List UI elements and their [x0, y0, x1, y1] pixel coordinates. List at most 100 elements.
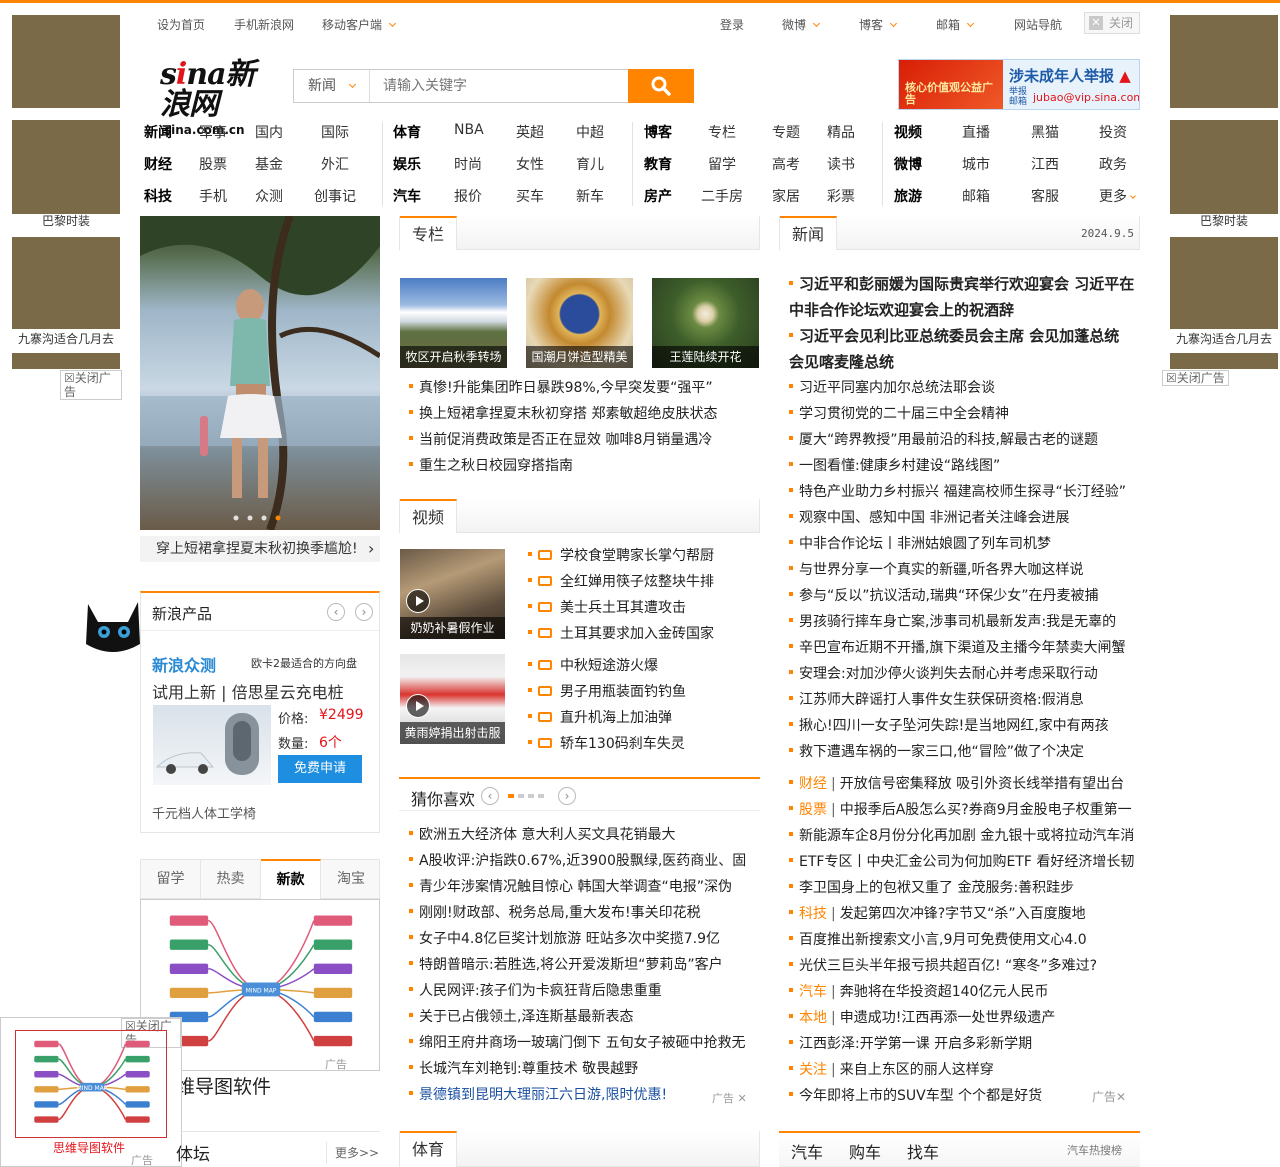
- mindmap-partial-caption[interactable]: 维导图软件: [176, 1072, 271, 1099]
- video-thumb[interactable]: 奶奶补暑假作业: [400, 549, 505, 639]
- page-indicator[interactable]: [528, 794, 534, 798]
- carousel-caption[interactable]: 穿上短裙拿捏夏末秋初换季尴尬!: [140, 536, 380, 562]
- video-title[interactable]: 视频: [400, 499, 458, 533]
- category-list-item[interactable]: 光伏三巨头半年报亏损共超百亿! “寒冬”多难过?: [789, 953, 1097, 979]
- sports-title[interactable]: 体育: [400, 1131, 458, 1167]
- nav-link[interactable]: 新车: [576, 186, 604, 206]
- login-link[interactable]: 登录: [720, 16, 744, 33]
- zhuanlan-thumb[interactable]: 牧区开启秋季转场: [400, 278, 507, 368]
- nav-link[interactable]: 股票: [199, 154, 227, 174]
- list-item[interactable]: 揪心!四川一女子坠河失踪!是当地网红,家中有两孩: [789, 713, 1109, 739]
- nav-link[interactable]: 中超: [576, 122, 604, 142]
- page-indicator[interactable]: [538, 794, 544, 798]
- nav-link[interactable]: NBA: [454, 122, 484, 138]
- page-indicator[interactable]: [508, 794, 514, 798]
- list-item[interactable]: 男孩骑行摔车身亡案,涉事司机最新发声:我是无辜的: [789, 609, 1116, 635]
- category-tag[interactable]: 财经: [799, 776, 827, 792]
- nav-link[interactable]: 买车: [516, 186, 544, 206]
- category-list-item[interactable]: 百度推出新搜索文小言,9月可免费使用文心4.0: [789, 927, 1087, 953]
- nav-link[interactable]: 客服: [1031, 186, 1059, 206]
- product-image[interactable]: [153, 705, 271, 785]
- nav-link[interactable]: 彩票: [827, 186, 855, 206]
- set-homepage-link[interactable]: 设为首页: [157, 16, 205, 33]
- nav-link[interactable]: 外汇: [321, 154, 349, 174]
- video-list-item[interactable]: 直升机海上加油弹: [528, 705, 672, 731]
- list-item[interactable]: 欧洲五大经济体 意大利人买文具花销最大: [409, 822, 675, 848]
- category-list-item[interactable]: 新能源车企8月份分化再加剧 金九银十或将拉动汽车消: [789, 823, 1134, 849]
- list-item[interactable]: 一图看懂:健康乡村建设“路线图”: [789, 453, 1000, 479]
- floating-mindmap-ad[interactable]: ☒关闭广告 MIND MAP 思维导图软件 广告: [0, 1017, 182, 1167]
- lower-left-title[interactable]: 体坛: [176, 1140, 210, 1165]
- video-list-item[interactable]: 全红婵用筷子炫整块牛排: [528, 569, 714, 595]
- product-headline[interactable]: 试用上新 | 倍思星云充电桩: [152, 679, 344, 703]
- category-list-item[interactable]: 本地 | 申遗成功!江西再添一处世界级遗产: [789, 1005, 1055, 1031]
- nav-link[interactable]: 育儿: [576, 154, 604, 174]
- nav-link[interactable]: 博客: [644, 122, 672, 142]
- zhongce-brand[interactable]: 新浪众测: [152, 652, 216, 676]
- nav-link[interactable]: 投资: [1099, 122, 1127, 142]
- nav-link[interactable]: 微博: [894, 154, 922, 174]
- category-list-item[interactable]: 今年即将上市的SUV车型 个个都是好货: [789, 1083, 1042, 1109]
- auto-hot-search[interactable]: 汽车热搜榜: [1067, 1142, 1122, 1158]
- list-item[interactable]: A股收评:沪指跌0.67%,近3900股飘绿,医药商业、固: [409, 848, 746, 874]
- tab-find-car[interactable]: 找车: [907, 1139, 939, 1163]
- nav-link[interactable]: 二手房: [701, 186, 743, 206]
- more-link[interactable]: 更多>>: [326, 1142, 380, 1164]
- news-title[interactable]: 新闻: [780, 216, 838, 250]
- list-item[interactable]: 景德镇到昆明大理丽江六日游,限时优惠!: [409, 1082, 667, 1108]
- mail-menu[interactable]: 邮箱: [936, 16, 975, 33]
- list-item[interactable]: 刚刚!财政部、税务总局,重大发布!事关印花税: [409, 900, 701, 926]
- category-tag[interactable]: 关注: [799, 1062, 827, 1078]
- category-tag[interactable]: 科技: [799, 906, 827, 922]
- nav-link[interactable]: 手机: [199, 186, 227, 206]
- category-list-item[interactable]: 江西彭泽:开学第一课 开启多彩新学期: [789, 1031, 1032, 1057]
- list-item[interactable]: 女子中4.8亿巨奖计划旅游 旺站多次中奖揽7.9亿: [409, 926, 720, 952]
- mobile-sina-link[interactable]: 手机新浪网: [234, 16, 294, 33]
- category-tag[interactable]: 股票: [799, 802, 827, 818]
- list-item[interactable]: 换上短裙拿捏夏末秋初穿搭 郑素敏超绝皮肤状态: [409, 401, 717, 427]
- nav-link[interactable]: 黑猫: [1031, 122, 1059, 142]
- nav-link[interactable]: 英超: [516, 122, 544, 142]
- close-ad-button[interactable]: ☒关闭广告: [60, 370, 122, 400]
- nav-link[interactable]: 读书: [827, 154, 855, 174]
- nav-link[interactable]: 江西: [1031, 154, 1059, 174]
- page-indicator[interactable]: [518, 794, 524, 798]
- nav-link[interactable]: 财经: [144, 154, 172, 174]
- video-list-item[interactable]: 轿车130码刹车失灵: [528, 731, 685, 757]
- category-list-item[interactable]: 汽车 | 奔驰将在华投资超140亿元人民币: [789, 979, 1048, 1005]
- nav-link[interactable]: 家居: [772, 186, 800, 206]
- nav-link[interactable]: 国际: [321, 122, 349, 142]
- list-item[interactable]: 重生之秋日校园穿搭指南: [409, 453, 573, 479]
- headline-item[interactable]: 中非合作论坛欢迎宴会上的祝酒辞: [789, 297, 1014, 323]
- headline-item[interactable]: 习近平会见利比亚总统委员会主席 会见加蓬总统: [789, 323, 1119, 349]
- nav-link[interactable]: 留学: [708, 154, 736, 174]
- left-side-ad[interactable]: 巴黎时装 九寨沟适合几月去 ☒关闭广告: [10, 5, 122, 400]
- nav-link[interactable]: 视频: [894, 122, 922, 142]
- category-list-item[interactable]: 李卫国身上的包袱又重了 金茂服务:善积跬步: [789, 875, 1074, 901]
- video-list-item[interactable]: 学校食堂聘家长掌勺帮厨: [528, 543, 714, 569]
- nav-link[interactable]: 旅游: [894, 186, 922, 206]
- list-item[interactable]: 真惨!升能集团昨日暴跌98%,今早突发要“强平”: [409, 375, 713, 401]
- tab-auto[interactable]: 汽车: [791, 1139, 823, 1163]
- nav-link[interactable]: 直播: [962, 122, 990, 142]
- nav-link[interactable]: 军事: [199, 122, 227, 142]
- list-item[interactable]: 人民网评:孩子们为卡疯狂背后隐患重重: [409, 978, 662, 1004]
- close-ad-button[interactable]: ☒关闭广告: [1162, 370, 1229, 386]
- right-side-ad[interactable]: 巴黎时装 九寨沟适合几月去 ☒关闭广告: [1162, 5, 1280, 386]
- headline-item[interactable]: 会见喀麦隆总统: [789, 349, 894, 375]
- nav-link[interactable]: 体育: [393, 122, 421, 142]
- list-item[interactable]: 当前促消费政策是否正在显效 咖啡8月销量遇冷: [409, 427, 712, 453]
- search-input[interactable]: [371, 70, 627, 102]
- category-tag[interactable]: 汽车: [799, 984, 827, 1000]
- nav-link[interactable]: 基金: [255, 154, 283, 174]
- guess-next-button[interactable]: ›: [558, 787, 576, 805]
- nav-link[interactable]: 女性: [516, 154, 544, 174]
- carousel-next-button[interactable]: ›: [368, 536, 382, 562]
- video-list-item[interactable]: 男子用瓶装面钓钓鱼: [528, 679, 686, 705]
- search-category-select[interactable]: 新闻: [294, 70, 370, 102]
- nav-link[interactable]: 众测: [255, 186, 283, 206]
- guess-prev-button[interactable]: ‹: [481, 787, 499, 805]
- nav-link[interactable]: 创事记: [314, 186, 356, 206]
- site-nav-link[interactable]: 网站导航: [1014, 16, 1062, 33]
- nav-link[interactable]: 教育: [644, 154, 672, 174]
